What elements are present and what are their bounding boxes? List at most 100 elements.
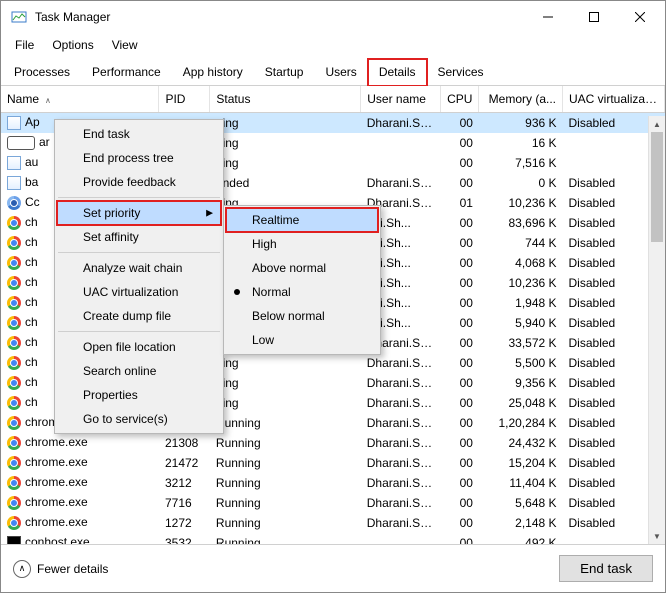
process-status: ended (210, 173, 361, 193)
process-cpu: 00 (440, 273, 479, 293)
priority-normal[interactable]: Normal (226, 280, 378, 304)
process-cpu: 00 (440, 473, 479, 493)
table-row[interactable]: chrome.exe21308RunningDharani.Sh...0024,… (1, 433, 665, 453)
process-name: ch (25, 235, 38, 249)
process-mem: 9,356 K (479, 373, 563, 393)
tab-apphistory[interactable]: App history (172, 59, 254, 85)
process-name: ch (25, 395, 38, 409)
process-name: chrome.exe (25, 455, 88, 469)
process-icon (7, 536, 21, 545)
col-user[interactable]: User name (361, 86, 440, 113)
col-pid[interactable]: PID (159, 86, 210, 113)
process-name: chrome.exe (25, 475, 88, 489)
priority-low[interactable]: Low (226, 328, 378, 352)
process-icon (7, 276, 21, 290)
priority-above-normal[interactable]: Above normal (226, 256, 378, 280)
title-bar: Task Manager (1, 1, 665, 33)
ctx-feedback[interactable]: Provide feedback (57, 170, 221, 194)
process-cpu: 00 (440, 513, 479, 533)
col-mem[interactable]: Memory (a... (479, 86, 563, 113)
process-icon (7, 156, 21, 170)
ctx-separator (58, 252, 220, 253)
ctx-goto-services[interactable]: Go to service(s) (57, 407, 221, 431)
process-pid: 7716 (159, 493, 210, 513)
process-status: ning (210, 353, 361, 373)
process-name: conhost.exe (25, 535, 90, 545)
process-icon (7, 376, 21, 390)
process-user: Dharani.Sh... (361, 453, 440, 473)
bottom-bar: ∧ Fewer details End task (1, 545, 665, 592)
tab-details[interactable]: Details (368, 59, 427, 86)
priority-submenu: Realtime High Above normal Normal Below … (223, 205, 381, 355)
process-cpu: 00 (440, 453, 479, 473)
col-cpu[interactable]: CPU (440, 86, 479, 113)
process-mem: 5,500 K (479, 353, 563, 373)
tab-services[interactable]: Services (427, 59, 495, 85)
ctx-end-tree[interactable]: End process tree (57, 146, 221, 170)
process-name: au (25, 155, 38, 169)
process-name: ch (25, 215, 38, 229)
process-mem: 0 K (479, 173, 563, 193)
table-row[interactable]: chrome.exe21472RunningDharani.Sh...0015,… (1, 453, 665, 473)
col-name[interactable]: Name∧ (1, 86, 159, 113)
process-user: Dharani.Sh... (361, 493, 440, 513)
vertical-scrollbar[interactable]: ▲ ▼ (648, 116, 665, 544)
table-row[interactable]: chrome.exe3212RunningDharani.Sh...0011,4… (1, 473, 665, 493)
ctx-end-task[interactable]: End task (57, 122, 221, 146)
priority-high[interactable]: High (226, 232, 378, 256)
process-cpu: 00 (440, 253, 479, 273)
process-mem: 10,236 K (479, 193, 563, 213)
ctx-set-affinity[interactable]: Set affinity (57, 225, 221, 249)
end-task-button[interactable]: End task (559, 555, 653, 582)
fewer-details-button[interactable]: ∧ Fewer details (13, 560, 108, 578)
maximize-button[interactable] (571, 1, 617, 33)
minimize-button[interactable] (525, 1, 571, 33)
process-mem: 7,516 K (479, 153, 563, 173)
process-pid: 21308 (159, 433, 210, 453)
table-row[interactable]: chrome.exe7716RunningDharani.Sh...005,64… (1, 493, 665, 513)
table-row[interactable]: conhost.exe3532Running00492 K (1, 533, 665, 546)
process-status: ning (210, 393, 361, 413)
process-cpu: 00 (440, 393, 479, 413)
tab-startup[interactable]: Startup (254, 59, 315, 85)
col-uac[interactable]: UAC virtualizat... (563, 86, 665, 113)
chevron-up-icon: ∧ (13, 560, 31, 578)
process-context-menu: End task End process tree Provide feedba… (54, 119, 224, 434)
process-name: ch (25, 255, 38, 269)
scroll-thumb[interactable] (651, 132, 663, 242)
process-mem: 1,948 K (479, 293, 563, 313)
col-status[interactable]: Status (210, 86, 361, 113)
fewer-details-label: Fewer details (37, 562, 108, 576)
process-user: Dharani.Sh... (361, 433, 440, 453)
ctx-uac[interactable]: UAC virtualization (57, 280, 221, 304)
process-mem: 5,940 K (479, 313, 563, 333)
process-user: Dharani.Sh... (361, 173, 440, 193)
scroll-up-icon[interactable]: ▲ (649, 116, 665, 132)
process-cpu: 00 (440, 353, 479, 373)
window-title: Task Manager (35, 10, 110, 24)
process-cpu: 00 (440, 493, 479, 513)
tab-processes[interactable]: Processes (3, 59, 81, 85)
menu-options[interactable]: Options (44, 35, 101, 55)
process-cpu: 01 (440, 193, 479, 213)
ctx-dump[interactable]: Create dump file (57, 304, 221, 328)
priority-below-normal[interactable]: Below normal (226, 304, 378, 328)
process-mem: 15,204 K (479, 453, 563, 473)
tab-users[interactable]: Users (314, 59, 367, 85)
ctx-search-online[interactable]: Search online (57, 359, 221, 383)
process-mem: 24,432 K (479, 433, 563, 453)
close-button[interactable] (617, 1, 663, 33)
ctx-analyze[interactable]: Analyze wait chain (57, 256, 221, 280)
ctx-properties[interactable]: Properties (57, 383, 221, 407)
table-row[interactable]: chrome.exe1272RunningDharani.Sh...002,14… (1, 513, 665, 533)
process-icon (7, 356, 21, 370)
tab-performance[interactable]: Performance (81, 59, 172, 85)
menu-file[interactable]: File (7, 35, 42, 55)
ctx-open-location[interactable]: Open file location (57, 335, 221, 359)
process-name: ch (25, 315, 38, 329)
ctx-separator (58, 331, 220, 332)
scroll-down-icon[interactable]: ▼ (649, 528, 665, 544)
ctx-set-priority[interactable]: Set priority▶ (57, 201, 221, 225)
priority-realtime[interactable]: Realtime (226, 208, 378, 232)
menu-view[interactable]: View (104, 35, 146, 55)
